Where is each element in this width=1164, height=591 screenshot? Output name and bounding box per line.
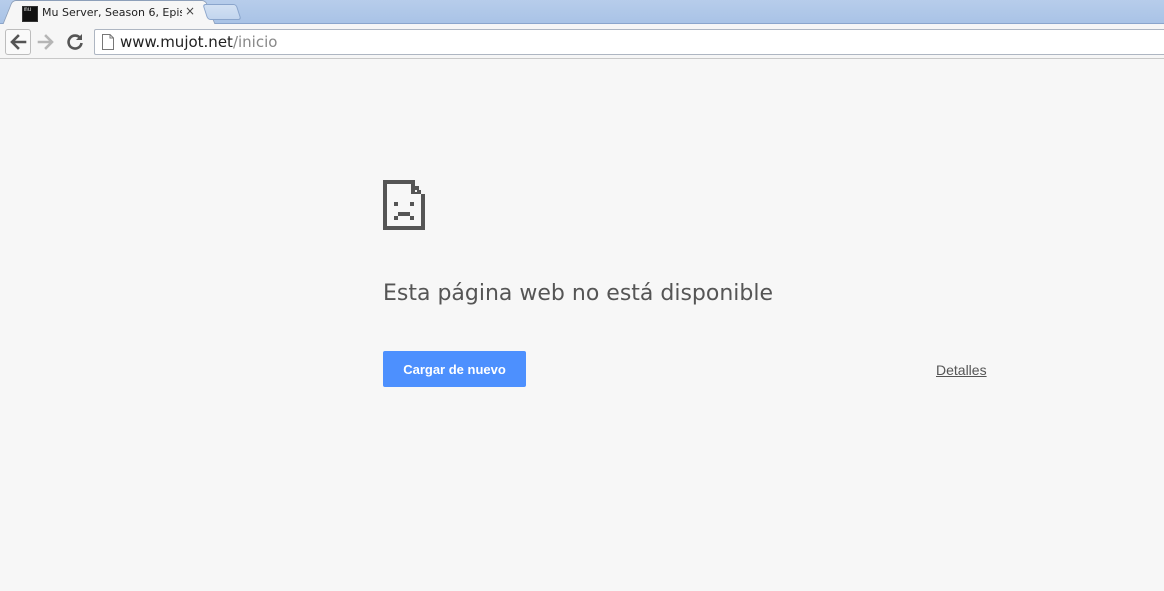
favicon-text: mu [24, 6, 32, 13]
tab-close-icon[interactable]: × [185, 4, 195, 18]
reload-icon [67, 34, 83, 50]
address-bar[interactable]: www.mujot.net/inicio [94, 29, 1164, 55]
browser-tab[interactable]: mu Mu Server, Season 6, Episod × [14, 0, 204, 25]
forward-arrow-icon [37, 34, 54, 50]
forward-button[interactable] [33, 29, 59, 55]
url-text: www.mujot.net/inicio [120, 33, 277, 51]
tab-strip: mu Mu Server, Season 6, Episod × [0, 0, 1164, 25]
page-icon [102, 34, 114, 50]
browser-toolbar: www.mujot.net/inicio [0, 24, 1164, 59]
back-button[interactable] [5, 29, 31, 55]
reload-button[interactable] [62, 29, 88, 55]
reload-page-button[interactable]: Cargar de nuevo [383, 351, 526, 387]
back-arrow-icon [10, 34, 27, 50]
details-link[interactable]: Detalles [936, 362, 987, 378]
error-heading: Esta página web no está disponible [383, 281, 774, 306]
tab-title: Mu Server, Season 6, Episod [42, 6, 182, 19]
url-host: www.mujot.net [120, 33, 233, 51]
site-favicon-icon: mu [22, 6, 38, 22]
error-page: Esta página web no está disponible Carga… [0, 60, 1164, 591]
new-tab-button[interactable] [202, 4, 242, 20]
sad-page-icon [383, 180, 425, 230]
url-path: /inicio [232, 33, 278, 51]
